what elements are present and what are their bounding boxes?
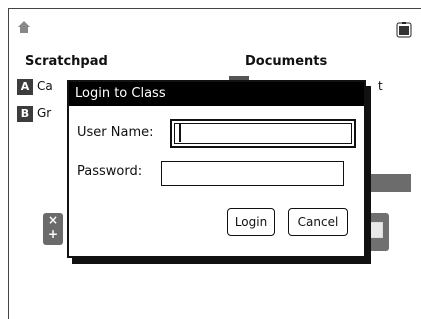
scratchpad-item-a-badge: A bbox=[17, 79, 33, 95]
battery-icon bbox=[396, 22, 412, 38]
documents-highlight-strip bbox=[366, 174, 411, 192]
scratchpad-item-b-badge: B bbox=[17, 106, 33, 122]
document-icon[interactable] bbox=[365, 213, 389, 251]
login-button[interactable]: Login bbox=[227, 208, 275, 236]
login-dialog: Login to Class User Name: Password: Logi… bbox=[67, 80, 366, 258]
calculator-icon[interactable]: × + bbox=[43, 213, 63, 245]
scratchpad-item-b-label[interactable]: Gr bbox=[37, 106, 51, 120]
cancel-button[interactable]: Cancel bbox=[288, 208, 348, 236]
documents-heading: Documents bbox=[245, 54, 328, 69]
documents-item-label[interactable]: t bbox=[378, 79, 383, 93]
top-bar bbox=[0, 0, 421, 38]
scratchpad-heading: Scratchpad bbox=[25, 54, 108, 69]
dialog-title: Login to Class bbox=[69, 82, 364, 106]
scratchpad-item-a-label[interactable]: Ca bbox=[37, 79, 53, 93]
password-field[interactable] bbox=[161, 161, 344, 186]
home-icon[interactable] bbox=[17, 20, 31, 34]
username-label: User Name: bbox=[77, 125, 154, 140]
password-label: Password: bbox=[77, 164, 143, 179]
text-caret bbox=[179, 124, 181, 142]
username-field[interactable] bbox=[170, 119, 356, 148]
